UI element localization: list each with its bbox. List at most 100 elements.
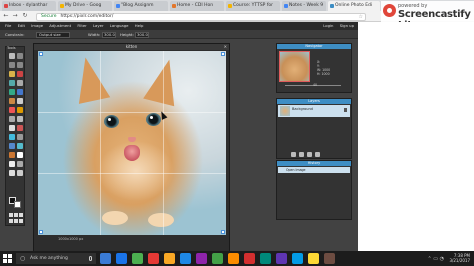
tab-pixlr[interactable]: Online Photo Edi: [328, 1, 380, 11]
taskbar-app-icon[interactable]: [148, 253, 159, 264]
forward-icon[interactable]: →: [11, 12, 19, 20]
taskbar-app-icon[interactable]: [308, 253, 319, 264]
zoom-tool-icon[interactable]: [9, 170, 15, 176]
tool-grid-icon[interactable]: [14, 213, 18, 217]
tool-grid-icon[interactable]: [14, 219, 18, 223]
cortana-search-box[interactable]: ○ Ask me anything: [16, 253, 96, 264]
lock-icon[interactable]: [344, 108, 347, 112]
tab-notes[interactable]: Notes - Week 9: [282, 1, 326, 11]
pencil-tool-icon[interactable]: [17, 71, 23, 77]
crop-handle[interactable]: [221, 230, 225, 234]
wand-tool-icon[interactable]: [9, 71, 15, 77]
zoom-value[interactable]: 40: [313, 83, 317, 87]
stamp-tool-icon[interactable]: [9, 98, 15, 104]
gradient-tool-icon[interactable]: [17, 89, 23, 95]
canvas-window: kitten ✕ 1000x1000 px: [33, 43, 230, 266]
menu-adjustment[interactable]: Adjustment: [49, 22, 71, 30]
drawing-tool-icon[interactable]: [9, 107, 15, 113]
taskbar-app-icon[interactable]: [292, 253, 303, 264]
layer-row[interactable]: Background: [278, 105, 350, 117]
tab-blog[interactable]: "Blog Assignm: [114, 1, 168, 11]
taskbar-app-icon[interactable]: [228, 253, 239, 264]
eraser-tool-icon[interactable]: [17, 80, 23, 86]
hand-tool-icon[interactable]: [17, 161, 23, 167]
star-icon[interactable]: ☆: [359, 14, 363, 20]
taskbar-app-icon[interactable]: [100, 253, 111, 264]
system-tray-icons[interactable]: ⌃ ▭ ◔: [428, 256, 444, 262]
crop-handle[interactable]: [39, 52, 43, 56]
pinch-tool-icon[interactable]: [9, 125, 15, 131]
redeye-tool-icon[interactable]: [17, 107, 23, 113]
lasso-tool-icon[interactable]: [17, 62, 23, 68]
blur-tool-icon[interactable]: [9, 143, 15, 149]
menu-language[interactable]: Language: [110, 22, 129, 30]
eyedropper-tool-icon[interactable]: [17, 170, 23, 176]
tool-grid-icon[interactable]: [9, 219, 13, 223]
reload-icon[interactable]: ↻: [21, 12, 29, 20]
bloat-tool-icon[interactable]: [17, 116, 23, 122]
layer-style-icon[interactable]: [291, 152, 296, 157]
system-clock[interactable]: 7:38 PM 3/21/2017: [449, 253, 470, 263]
tool-grid-icon[interactable]: [19, 219, 23, 223]
crop-handle[interactable]: [39, 230, 43, 234]
secure-label: Secure: [41, 13, 57, 19]
smudge-tool-icon[interactable]: [9, 152, 15, 158]
crop-tool-icon[interactable]: [9, 53, 15, 59]
new-layer-icon[interactable]: [307, 152, 312, 157]
width-input[interactable]: 300.0: [102, 31, 116, 38]
taskbar-app-icon[interactable]: [212, 253, 223, 264]
height-input[interactable]: 300.0: [135, 31, 149, 38]
taskbar-app-icon[interactable]: [116, 253, 127, 264]
sponge-tool-icon[interactable]: [17, 125, 23, 131]
crop-grid-line: [100, 51, 101, 235]
menu-edit[interactable]: Edit: [18, 22, 25, 30]
tab-drive[interactable]: My Drive - Goog: [58, 1, 112, 11]
taskbar-app-icon[interactable]: [180, 253, 191, 264]
navigator-thumbnail[interactable]: [279, 51, 310, 82]
tab-home[interactable]: Home - CDI Hon: [170, 1, 224, 11]
brush-tool-icon[interactable]: [9, 80, 15, 86]
dodge-tool-icon[interactable]: [9, 134, 15, 140]
taskbar-app-icon[interactable]: [260, 253, 271, 264]
search-icon: ○: [20, 255, 26, 262]
menu-file[interactable]: File: [5, 22, 11, 30]
layer-thumbnail: [280, 106, 290, 116]
tab-gmail[interactable]: Inbox - dylanthar: [2, 1, 56, 11]
taskbar-app-icon[interactable]: [196, 253, 207, 264]
kitten-image[interactable]: [38, 51, 226, 235]
taskbar-app-icon[interactable]: [324, 253, 335, 264]
signup-link[interactable]: Sign up: [340, 22, 354, 30]
tool-grid-icon[interactable]: [9, 213, 13, 217]
burn-tool-icon[interactable]: [17, 134, 23, 140]
sharpen-tool-icon[interactable]: [17, 143, 23, 149]
layer-mask-icon[interactable]: [299, 152, 304, 157]
menu-layer[interactable]: Layer: [93, 22, 104, 30]
constrain-select[interactable]: Output size: [36, 31, 70, 38]
windows-start-icon[interactable]: [3, 254, 12, 263]
bucket-tool-icon[interactable]: [9, 89, 15, 95]
login-link[interactable]: Login: [323, 22, 333, 30]
menu-image[interactable]: Image: [31, 22, 43, 30]
trash-icon[interactable]: [315, 152, 320, 157]
back-icon[interactable]: ←: [2, 12, 10, 20]
taskbar-app-icon[interactable]: [164, 253, 175, 264]
history-item[interactable]: Open Image: [278, 167, 350, 173]
url-field[interactable]: Secure https://pixlr.com/editor/ ☆: [36, 12, 366, 21]
taskbar-app-icon[interactable]: [132, 253, 143, 264]
taskbar-app-icon[interactable]: [244, 253, 255, 264]
menu-filter[interactable]: Filter: [77, 22, 86, 30]
crop-handle[interactable]: [221, 52, 225, 56]
taskbar-app-icon[interactable]: [276, 253, 287, 264]
move-tool-icon[interactable]: [17, 53, 23, 59]
spot-heal-tool-icon[interactable]: [9, 116, 15, 122]
tool-grid-icon[interactable]: [19, 213, 23, 217]
text-tool-icon[interactable]: [9, 161, 15, 167]
close-icon[interactable]: ✕: [224, 44, 227, 50]
marquee-tool-icon[interactable]: [9, 62, 15, 68]
clone-tool-icon[interactable]: [17, 152, 23, 158]
background-color-swatch[interactable]: [14, 201, 21, 208]
menu-help[interactable]: Help: [135, 22, 144, 30]
color-replace-tool-icon[interactable]: [17, 98, 23, 104]
tab-course[interactable]: Course: YTTSP for: [226, 1, 280, 11]
microphone-icon[interactable]: [89, 256, 92, 261]
